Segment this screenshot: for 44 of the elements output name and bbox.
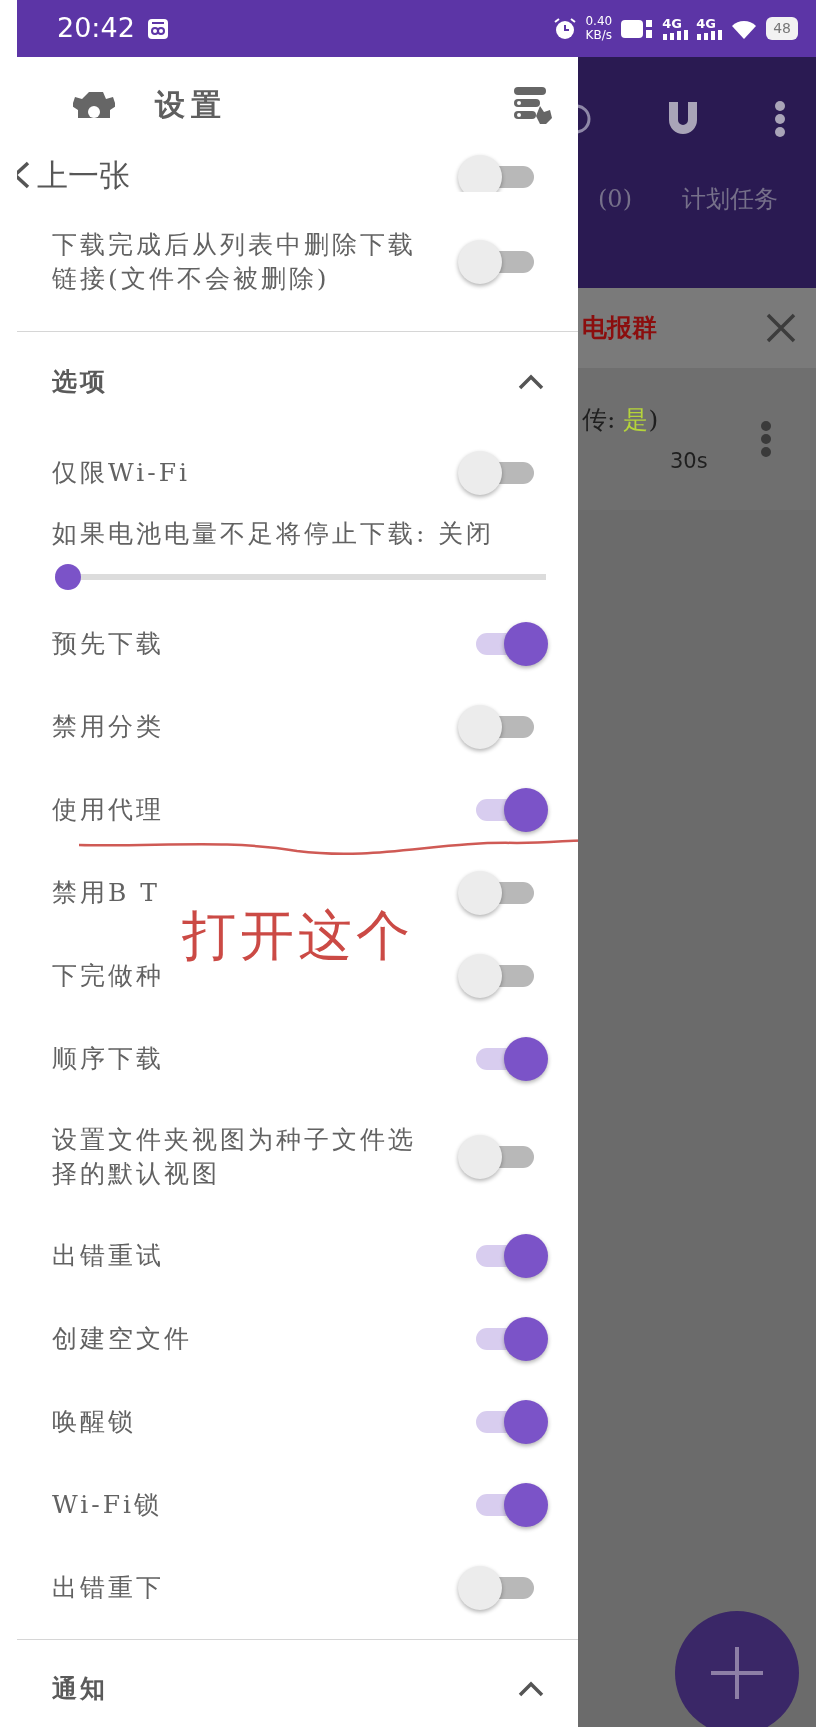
setting-label: 下载完成后从列表中删除下载链接(文件不会被删除) [52, 228, 417, 295]
slider-thumb[interactable] [55, 564, 81, 590]
speed-unit-text: KB/s [585, 28, 613, 42]
chevron-icon[interactable] [518, 1681, 544, 1697]
globe-icon [578, 104, 592, 134]
setting-label: 预先下载 [52, 627, 164, 660]
setting-label: 出错重下 [52, 1571, 164, 1604]
setting-label: Wi-Fi锁 [52, 1488, 163, 1521]
setting-label: 下完做种 [52, 959, 164, 992]
setting-label: 出错重试 [52, 1239, 164, 1272]
setting-label: 唤醒锁 [52, 1405, 136, 1438]
annotation-text: 打开这个 [182, 903, 414, 969]
drawer-title: 设置 [155, 86, 228, 124]
close-icon[interactable] [766, 313, 796, 343]
setting-label: 创建空文件 [52, 1322, 192, 1355]
plus-icon [709, 1645, 765, 1701]
setting-label: 如果电池电量不足将停止下载: 关闭 [52, 518, 495, 551]
previous-link[interactable]: 上一张 [17, 152, 130, 199]
section-title: 选项 [52, 365, 108, 398]
task-time-text: 30s [670, 448, 708, 475]
gallery-icon [146, 17, 169, 40]
chevron-left-icon [17, 160, 31, 191]
network-type-text: 4G [696, 17, 716, 30]
tab[interactable]: 计划任务 [682, 181, 778, 217]
setting-label: 设置文件夹视图为种子文件选择的默认视图 [52, 1124, 417, 1190]
setting-label: 仅限Wi-Fi [52, 456, 191, 489]
signal-icon [662, 30, 689, 40]
speed-text: 0.40 [585, 15, 613, 29]
gear-icon [73, 89, 115, 120]
more-icon[interactable] [774, 100, 786, 138]
setting-label: 禁用B T [52, 876, 160, 909]
signal-icon [696, 30, 723, 40]
tab[interactable]: (0) [598, 181, 632, 217]
network-type-text: 4G [662, 17, 682, 30]
setting-label: 使用代理 [52, 793, 164, 826]
task-status-text: 传: 是) [582, 403, 660, 436]
banner-text: 电报群 [582, 312, 657, 345]
alarm-icon [553, 16, 578, 41]
chevron-icon[interactable] [518, 373, 544, 390]
setting-label: 顺序下载 [52, 1042, 164, 1075]
battery-level-text: 48 [766, 17, 798, 40]
setting-label: 禁用分类 [52, 710, 164, 743]
clock-text: 20:42 [57, 11, 135, 46]
section-title: 通知 [52, 1673, 108, 1706]
